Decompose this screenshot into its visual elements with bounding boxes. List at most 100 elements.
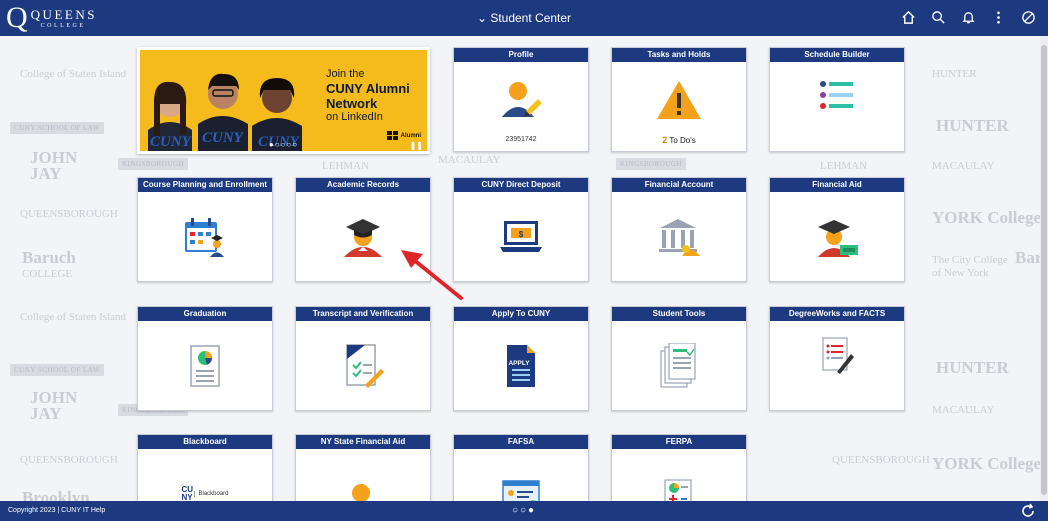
bg-logo-hunter-a: HUNTER [936, 116, 1009, 135]
tile-title: Schedule Builder [770, 48, 904, 62]
svg-text:$: $ [519, 230, 524, 239]
schedule-list-icon [820, 80, 853, 109]
bg-logo-queensborough-b: QUEENSBOROUGH [20, 454, 118, 466]
tile-title: NY State Financial Aid [296, 435, 430, 449]
banner-line-2: CUNY Alumni [326, 81, 410, 96]
tile-title: Student Tools [612, 307, 746, 321]
tile-financial-aid[interactable]: Financial Aid [769, 177, 905, 282]
bg-logo-college-a: COLLEGE [22, 268, 73, 280]
header-actions [898, 6, 1038, 28]
logo-wordmark: QUEENS COLLEGE [31, 8, 97, 29]
tile-profile[interactable]: Profile 23951742 [453, 47, 589, 152]
bg-logo-csi: College of Staten Island [20, 68, 127, 80]
bg-logo-hunter-top: HUNTER [932, 68, 977, 80]
tile-graduation[interactable]: Graduation [137, 306, 273, 411]
alumni-promo-banner[interactable]: CUNY CUNY CUNY Join the CUNY Alumni Netw… [137, 47, 430, 154]
banner-message: Join the CUNY Alumni Network on LinkedIn [326, 68, 410, 124]
tile-title: Financial Aid [770, 178, 904, 192]
tile-academic-records[interactable]: Academic Records [295, 177, 431, 282]
bg-logo-macaulay-b: MACAULAY [932, 160, 995, 172]
student-id-number: 23951742 [505, 136, 537, 143]
tile-schedule-builder[interactable]: Schedule Builder [769, 47, 905, 152]
nav-compass-icon[interactable] [1018, 6, 1038, 28]
top-nav-bar: Q QUEENS COLLEGE ⌄ Student Center [0, 0, 1048, 36]
tile-title: Financial Account [612, 178, 746, 192]
bg-logo-jay: JAY [30, 164, 62, 183]
todo-count: 2 [662, 135, 668, 145]
checklist-pen-icon [822, 336, 854, 374]
bg-logo-york-a: YORK College [932, 208, 1042, 227]
footer-copyright[interactable]: Copyright 2023 | CUNY IT Help [8, 501, 105, 521]
alumni-students-image: CUNY CUNY CUNY [140, 50, 320, 151]
calendar-enrollment-icon [185, 217, 224, 257]
bg-logo-brooklyn-a: Brooklyn [22, 488, 90, 501]
bg-logo-york-b: YORK College [932, 454, 1042, 473]
page-carousel-dots[interactable]: ○○● [0, 501, 1048, 521]
tile-title: Profile [454, 48, 588, 62]
bg-logo-ccny-1: The City College [932, 254, 1008, 266]
tile-transcript[interactable]: Transcript and Verification [295, 306, 431, 411]
logo-sub: COLLEGE [40, 22, 86, 29]
tile-degreeworks[interactable]: DegreeWorks and FACTS [769, 306, 905, 411]
tile-direct-deposit[interactable]: CUNY Direct Deposit $ [453, 177, 589, 282]
todo-label: To Do's [669, 136, 696, 145]
apply-document-icon: APPLY [507, 344, 535, 387]
banner-pause-button[interactable]: ❚❚ [410, 141, 423, 150]
logo-name: QUEENS [30, 6, 97, 22]
alumni-label: Alumni [400, 133, 421, 139]
bg-logo-jay-b: JAY [30, 404, 62, 423]
tile-tasks-holds[interactable]: Tasks and Holds 2 To Do's [611, 47, 747, 152]
tile-financial-account[interactable]: Financial Account [611, 177, 747, 282]
tile-student-tools[interactable]: Student Tools [611, 306, 747, 411]
bg-logo-queensborough-a: QUEENSBOROUGH [20, 208, 118, 220]
refresh-icon[interactable] [1020, 503, 1036, 519]
blackboard-brand: Blackboard [194, 490, 229, 497]
transcript-edit-icon [346, 343, 384, 388]
more-icon[interactable] [988, 6, 1008, 28]
bg-logo-ccny-2: of New York [932, 267, 989, 279]
page-scrollbar-thumb[interactable] [1041, 45, 1047, 495]
bg-logo-baruch-a: Baruch [22, 248, 76, 267]
tile-title: FERPA [612, 435, 746, 449]
bg-logo-lehman-a: LEHMAN [322, 160, 370, 172]
search-icon[interactable] [928, 6, 948, 28]
laptop-deposit-icon: $ [500, 220, 542, 252]
logo-letter: Q [6, 1, 28, 34]
bell-icon[interactable] [958, 6, 978, 28]
bg-logo-law-b: CUNY SCHOOL OF LAW [10, 364, 104, 376]
bg-logo-csi-b: College of Staten Island [20, 311, 127, 323]
footer-bar: Copyright 2023 | CUNY IT Help ○○● [0, 501, 1048, 521]
documents-stack-icon [660, 342, 696, 388]
tile-title: Academic Records [296, 178, 430, 192]
banner-carousel-dots[interactable]: ●○○○○ [140, 140, 427, 149]
cuny-brand-mark: CU NY [181, 484, 194, 502]
tile-title: Graduation [138, 307, 272, 321]
bg-logo-kingsborough-c: KINGSBOROUGH [616, 158, 687, 170]
tile-course-planning[interactable]: Course Planning and Enrollment [137, 177, 273, 282]
bg-logo-macaulay-a: MACAULAY [438, 154, 501, 166]
tile-title: CUNY Direct Deposit [454, 178, 588, 192]
apply-doc-label: APPLY [508, 360, 530, 367]
tile-apply-cuny[interactable]: Apply To CUNY APPLY [453, 306, 589, 411]
banner-line-3: Network [326, 96, 378, 111]
todo-counter: 2 To Do's [612, 135, 746, 145]
tile-title: Blackboard [138, 435, 272, 449]
graduate-records-icon [344, 218, 382, 257]
page-title-dropdown[interactable]: ⌄ Student Center [477, 11, 571, 25]
bg-logo-queensborough-c: QUEENSBOROUGH [832, 454, 930, 466]
tile-title: Tasks and Holds [612, 48, 746, 62]
profile-person-icon [502, 81, 542, 117]
banner-line-4: on LinkedIn [326, 111, 383, 123]
report-chart-icon [190, 344, 220, 387]
graduate-aid-icon [818, 219, 858, 257]
page-title-container: ⌄ Student Center [0, 0, 1048, 36]
tile-title: Course Planning and Enrollment [138, 178, 272, 192]
bg-logo-lehman-b: LEHMAN [820, 160, 868, 172]
banner-line-1: Join the [326, 68, 365, 80]
tile-title: FAFSA [454, 435, 588, 449]
bg-logo-hunter-b: HUNTER [936, 358, 1009, 377]
home-icon[interactable] [898, 6, 918, 28]
queens-college-logo[interactable]: Q QUEENS COLLEGE [6, 3, 97, 33]
bank-building-icon [659, 218, 700, 256]
bg-logo-law: CUNY SCHOOL OF LAW [10, 122, 104, 134]
